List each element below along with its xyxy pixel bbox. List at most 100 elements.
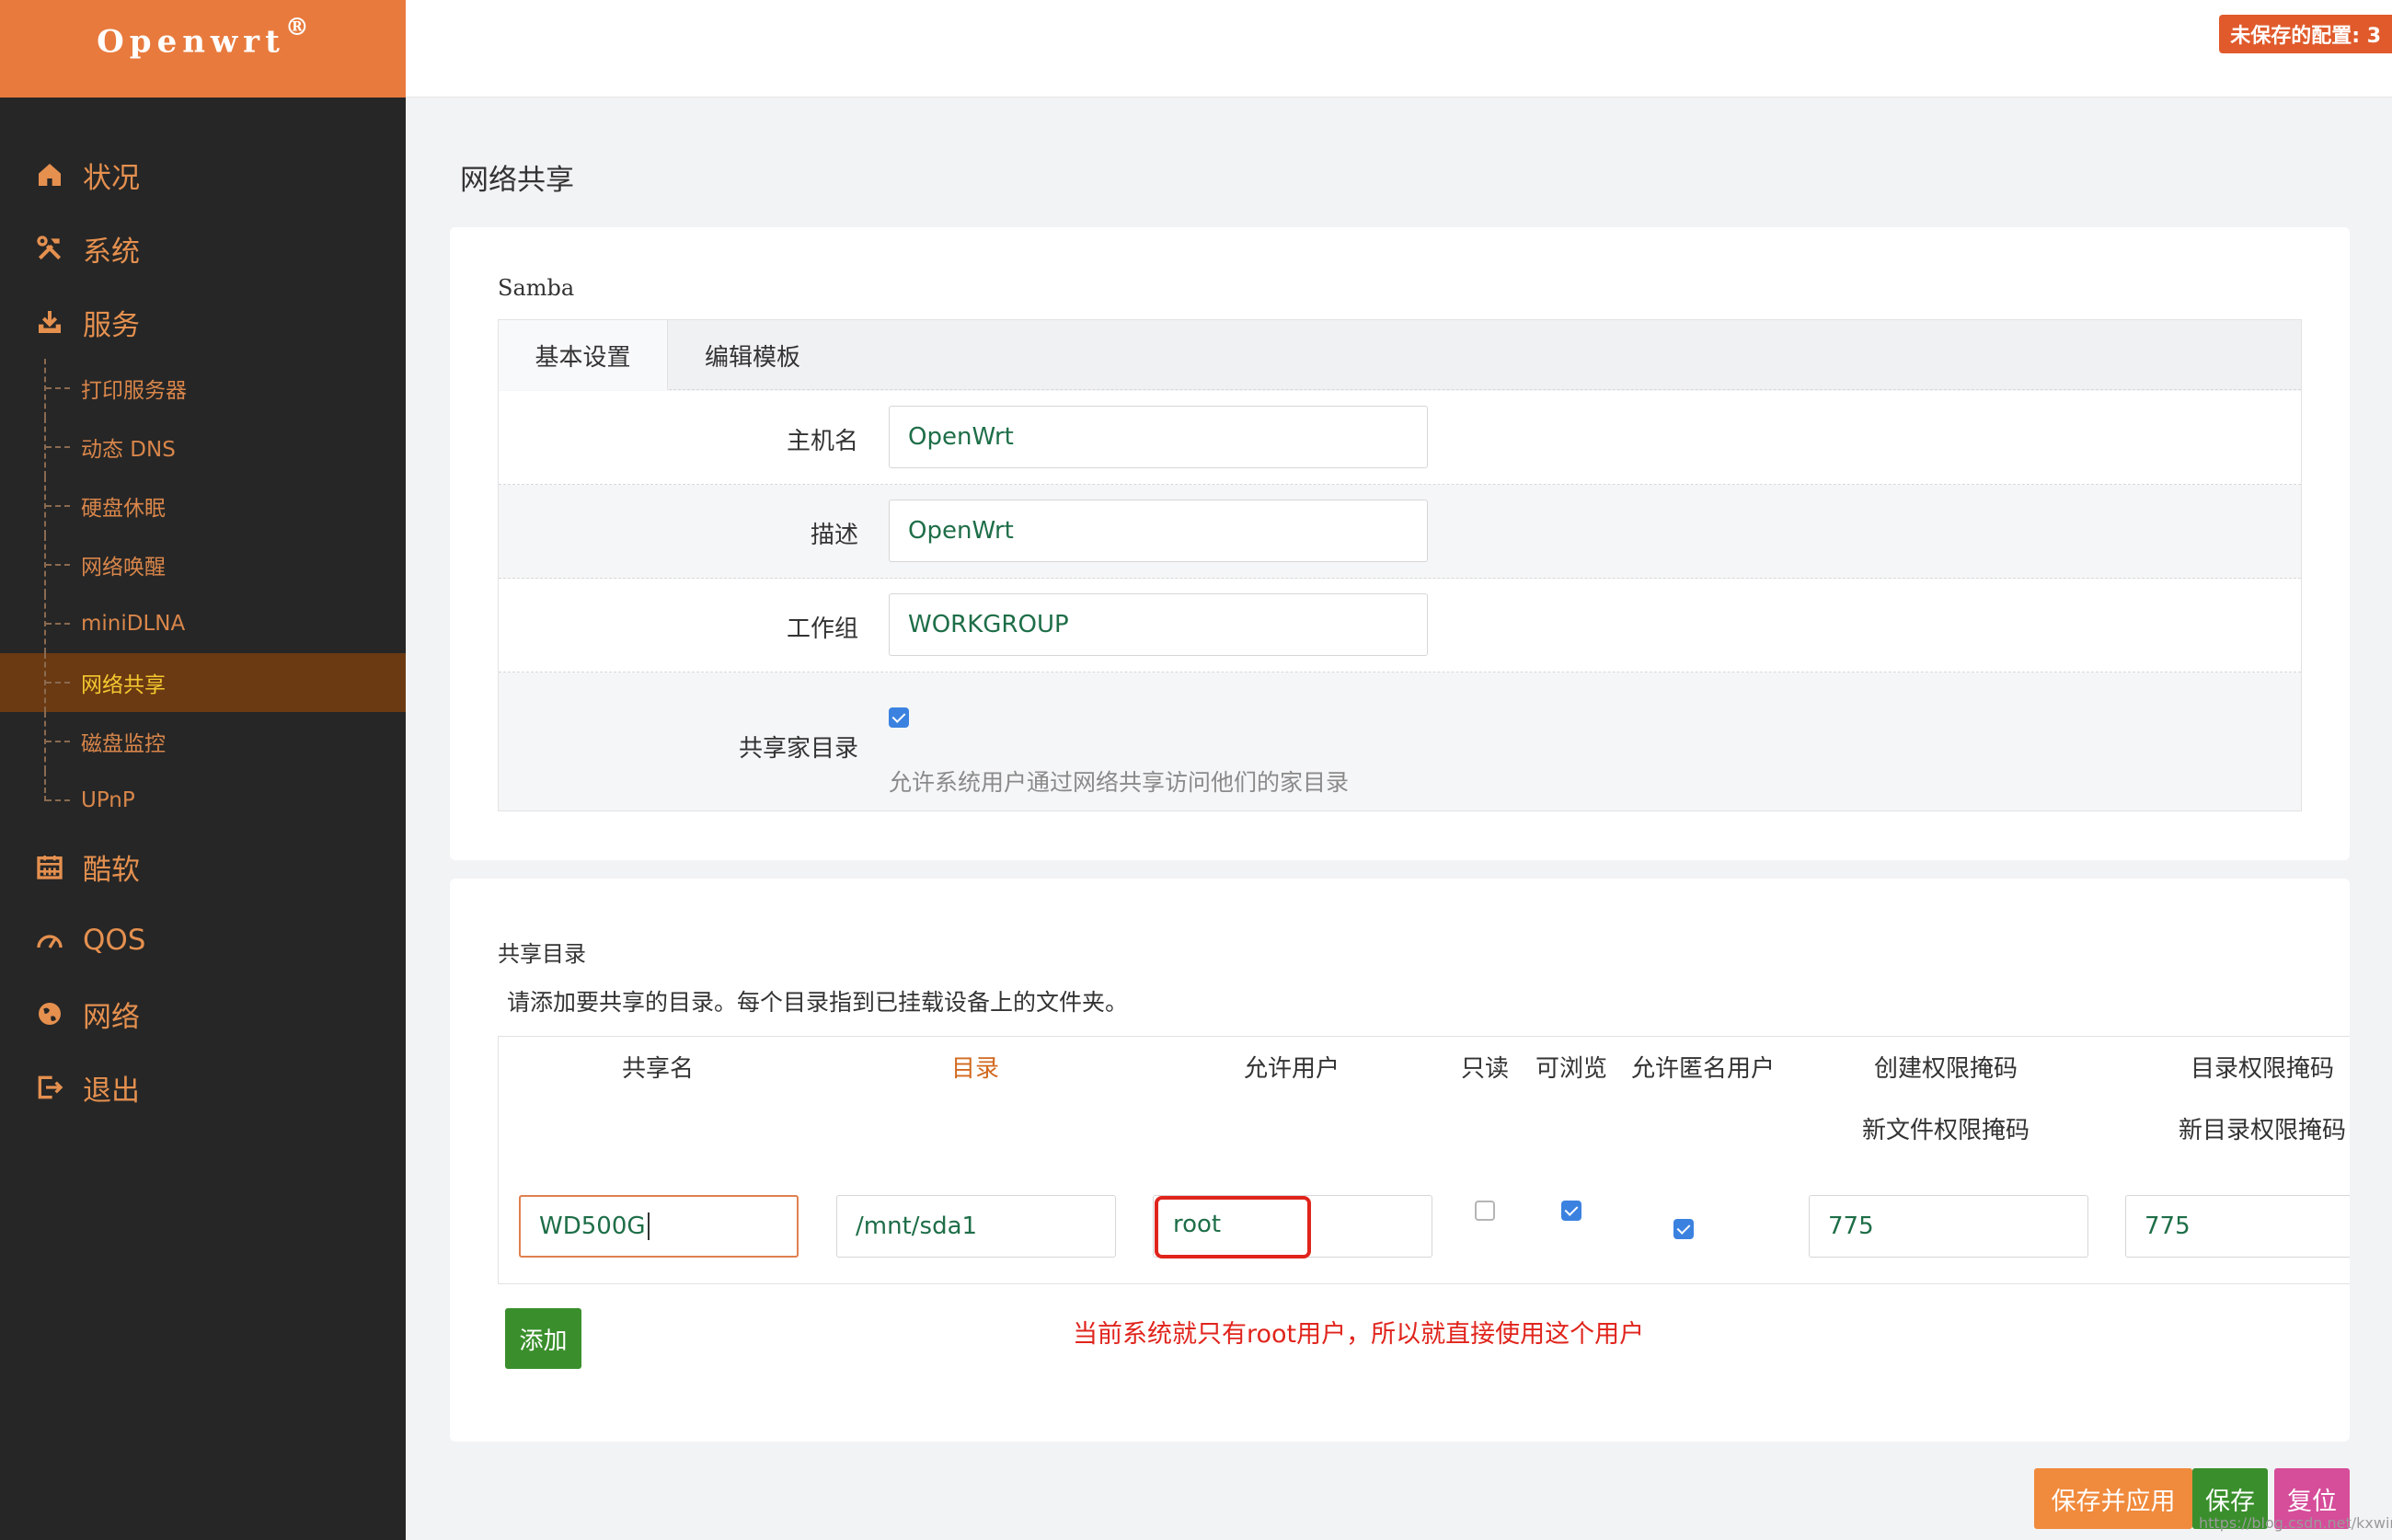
sidebar-subitem-label: 打印服务器: [81, 379, 187, 403]
hostname-label: 主机名: [786, 428, 858, 455]
sidebar-item-label: 网络: [83, 1000, 140, 1034]
tree-connector: [44, 771, 74, 830]
shares-panel: 共享目录 请添加要共享的目录。每个目录指到已挂载设备上的文件夹。 共享名 目录 …: [450, 879, 2350, 1442]
guest-ok-checkbox[interactable]: [1673, 1219, 1694, 1239]
services-submenu: 打印服务器 动态 DNS 硬盘休眠 网络唤醒 miniDLNA 网络共享 磁盘监…: [0, 359, 406, 830]
column-header-read-only: 只读: [1460, 1055, 1510, 1083]
hostname-input[interactable]: OpenWrt: [889, 406, 1428, 468]
sidebar-subitem-label: miniDLNA: [81, 612, 186, 636]
annotation-highlight-box: root: [1155, 1196, 1311, 1258]
tab-edit-template[interactable]: 编辑模板: [668, 320, 837, 390]
samba-tabs-container: 基本设置 编辑模板 主机名 OpenWrt 描述 OpenWrt 工作组 WOR…: [498, 319, 2302, 811]
tree-connector: [44, 653, 74, 712]
tree-connector: [44, 359, 74, 418]
tab-bar: 基本设置 编辑模板: [499, 320, 2301, 390]
annotation-note: 当前系统就只有root用户，所以就直接使用这个用户: [1073, 1320, 1645, 1349]
share-path-input[interactable]: /mnt/sda1: [836, 1195, 1116, 1258]
read-only-checkbox[interactable]: [1475, 1201, 1495, 1221]
sidebar-subitem-label: 网络共享: [81, 673, 166, 697]
column-header-name: 共享名: [621, 1055, 695, 1083]
tab-basic-settings[interactable]: 基本设置: [499, 320, 668, 390]
dir-mask-input[interactable]: 775: [2125, 1195, 2350, 1258]
sidebar-subitem-network-share[interactable]: 网络共享: [0, 653, 406, 712]
sidebar-item-network[interactable]: 网络: [0, 977, 406, 1051]
add-share-button[interactable]: 添加: [505, 1308, 581, 1369]
sidebar-item-qos[interactable]: QOS: [0, 903, 406, 977]
column-subheader-dir-mask: 新目录权限掩码: [2178, 1117, 2347, 1144]
samba-section-label: Samba: [498, 275, 575, 301]
tools-icon: [33, 232, 66, 265]
column-header-browseable: 可浏览: [1535, 1055, 1608, 1083]
sidebar-item-status[interactable]: 状况: [0, 138, 406, 212]
sidebar-item-kusoft[interactable]: 酷软: [0, 830, 406, 903]
shares-description: 请添加要共享的目录。每个目录指到已挂载设备上的文件夹。: [507, 989, 1129, 1016]
sidebar-subitem-label: 硬盘休眠: [81, 497, 166, 521]
description-input[interactable]: OpenWrt: [889, 500, 1428, 562]
download-icon: [33, 305, 66, 339]
homes-label: 共享家目录: [738, 735, 858, 763]
column-header-path: 目录: [950, 1055, 1000, 1083]
tree-connector: [44, 477, 74, 535]
page-title: 网络共享: [460, 164, 574, 197]
tree-connector: [44, 712, 74, 771]
sidebar-item-label: 酷软: [83, 853, 140, 887]
column-subheader-create-mask: 新文件权限掩码: [1861, 1117, 2030, 1144]
sidebar-subitem-label: UPnP: [81, 788, 135, 812]
sidebar-subitem-upnp[interactable]: UPnP: [0, 771, 406, 830]
watermark: https://blog.csdn.net/kxwinxp: [2199, 1514, 2392, 1532]
tree-connector: [44, 418, 74, 477]
sidebar-subitem-disk-monitor[interactable]: 磁盘监控: [0, 712, 406, 771]
sidebar-subitem-ddns[interactable]: 动态 DNS: [0, 418, 406, 477]
sidebar-subitem-label: 动态 DNS: [81, 438, 176, 462]
sidebar-item-services[interactable]: 服务: [0, 285, 406, 359]
unsaved-changes-badge[interactable]: 未保存的配置: 3: [2219, 15, 2392, 53]
samba-settings-panel: Samba 基本设置 编辑模板 主机名 OpenWrt 描述 OpenWrt 工…: [450, 227, 2350, 860]
column-header-create-mask: 创建权限掩码: [1873, 1055, 2018, 1083]
sidebar-subitem-wol[interactable]: 网络唤醒: [0, 535, 406, 594]
create-mask-input[interactable]: 775: [1809, 1195, 2088, 1258]
sidebar-item-system[interactable]: 系统: [0, 212, 406, 285]
sidebar-subitem-label: 磁盘监控: [81, 732, 166, 756]
logout-icon: [33, 1071, 66, 1104]
brand-logo: Openwrt®: [97, 13, 309, 61]
sidebar-item-label: 状况: [83, 161, 140, 195]
workgroup-label: 工作组: [786, 615, 858, 643]
sidebar-item-logout[interactable]: 退出: [0, 1051, 406, 1124]
globe-icon: [33, 997, 66, 1030]
hostname-row: 主机名 OpenWrt: [499, 391, 2301, 485]
home-icon: [33, 158, 66, 191]
sidebar-subitem-hd-idle[interactable]: 硬盘休眠: [0, 477, 406, 535]
sidebar-subitem-label: 网络唤醒: [81, 556, 166, 580]
sidebar-item-label: 退出: [83, 1074, 140, 1108]
sidebar: Openwrt® 状况 系统 服务 打印服务器 动态 DNS 硬盘休眠 网络唤醒…: [0, 0, 406, 1540]
column-header-dir-mask: 目录权限掩码: [2190, 1055, 2335, 1083]
sidebar-subitem-minidlna[interactable]: miniDLNA: [0, 594, 406, 653]
sidebar-item-label: 服务: [83, 308, 140, 342]
browseable-checkbox[interactable]: [1561, 1201, 1581, 1221]
calendar-icon: [33, 850, 66, 883]
description-row: 描述 OpenWrt: [499, 485, 2301, 579]
homes-checkbox[interactable]: [889, 707, 909, 728]
top-bar: 未保存的配置: 3: [406, 0, 2392, 98]
shares-table: 共享名 目录 允许用户 只读 可浏览 允许匿名用户 创建权限掩码 新文件权限掩码…: [498, 1036, 2350, 1284]
description-label: 描述: [810, 522, 858, 549]
text-caret: [647, 1212, 650, 1240]
workgroup-row: 工作组 WORKGROUP: [499, 579, 2301, 672]
brand-header[interactable]: Openwrt®: [0, 0, 406, 98]
sidebar-item-label: QOS: [83, 924, 146, 957]
homes-hint: 允许系统用户通过网络共享访问他们的家目录: [889, 769, 1350, 796]
shares-section-label: 共享目录: [498, 941, 586, 967]
tree-connector: [44, 594, 74, 653]
sidebar-subitem-print-server[interactable]: 打印服务器: [0, 359, 406, 418]
sidebar-nav: 状况 系统 服务 打印服务器 动态 DNS 硬盘休眠 网络唤醒 miniDLNA…: [0, 138, 406, 1124]
share-name-input[interactable]: WD500G: [519, 1195, 799, 1258]
sidebar-item-label: 系统: [83, 235, 140, 269]
share-users-value: root: [1173, 1211, 1222, 1238]
column-header-users: 允许用户: [1243, 1055, 1340, 1083]
homes-row: 共享家目录 允许系统用户通过网络共享访问他们的家目录: [499, 672, 2301, 810]
workgroup-input[interactable]: WORKGROUP: [889, 593, 1428, 656]
tree-connector: [44, 535, 74, 594]
column-header-guest-ok: 允许匿名用户: [1630, 1055, 1776, 1083]
save-and-apply-button[interactable]: 保存并应用: [2034, 1468, 2192, 1529]
gauge-icon: [33, 924, 66, 957]
